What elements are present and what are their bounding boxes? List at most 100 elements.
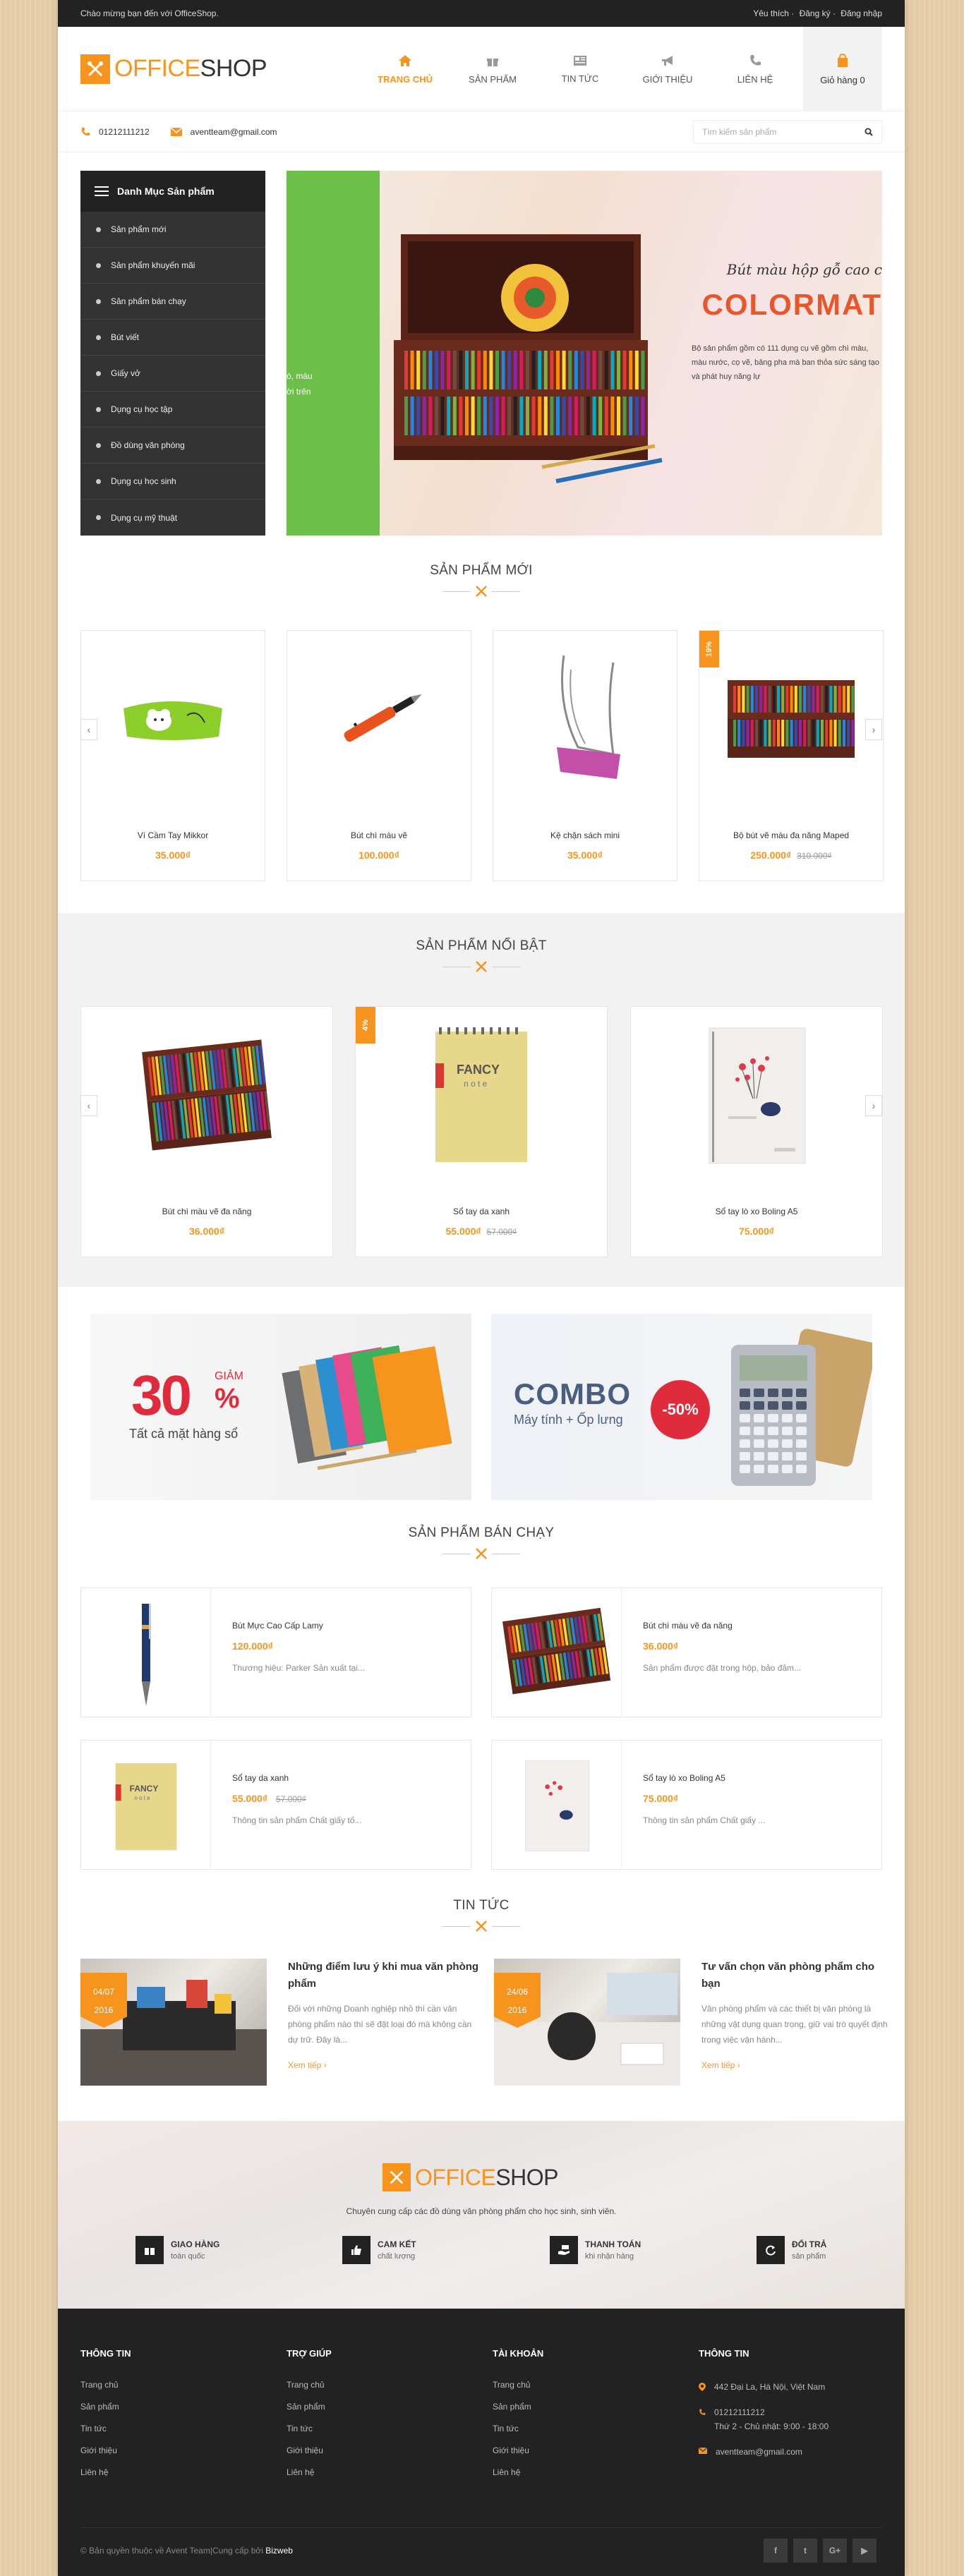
pencil-decoration — [610, 351, 615, 389]
nav-about[interactable]: GIỚI THIỆU — [624, 27, 711, 111]
envelope-icon — [699, 2448, 707, 2454]
category-item[interactable]: Sản phẩm mới — [80, 212, 265, 248]
product-name[interactable]: Bút chì màu vẽ — [287, 830, 471, 840]
category-item[interactable]: Dụng cụ học tập — [80, 392, 265, 428]
pencil-decoration — [471, 397, 475, 435]
category-item[interactable]: Sản phẩm bán chạy — [80, 284, 265, 320]
register-link[interactable]: Đăng ký — [800, 8, 831, 18]
read-more-link[interactable]: Xem tiếp › — [701, 2060, 740, 2070]
product-name[interactable]: Bút chì màu vẽ đa năng — [81, 1207, 332, 1216]
promo-banner-notebooks[interactable]: 30 GIẢM % Tất cả mặt hàng sổ — [90, 1314, 471, 1500]
product-name[interactable]: Sổ tay lò xo Boling A5 — [643, 1773, 725, 1783]
facebook-icon[interactable]: f — [764, 2539, 788, 2563]
product-card[interactable]: Bút chì màu vẽ đa năng 36.000₫ — [80, 1006, 333, 1257]
product-name[interactable]: Sổ tay lò xo Boling A5 — [631, 1207, 882, 1216]
carousel-prev-button[interactable]: ‹ — [80, 1095, 97, 1116]
category-item[interactable]: Bút viết — [80, 320, 265, 356]
product-price: 55.000₫ 57.000₫ — [356, 1226, 607, 1237]
pencil-decoration — [452, 351, 457, 389]
news-image[interactable]: 04/07 2016 — [80, 1959, 267, 2086]
product-description: Sản phẩm được đặt trong hộp, bảo đảm... — [643, 1663, 802, 1673]
product-name[interactable]: Bộ bút vẽ màu đa năng Maped — [699, 830, 883, 840]
footer-link[interactable]: Giới thiệu — [493, 2445, 543, 2455]
category-item[interactable]: Dụng cụ học sinh — [80, 464, 265, 500]
product-card[interactable]: Ví Cầm Tay Mikkor 35.000₫ — [80, 630, 265, 881]
product-card[interactable]: 19% Bộ bút vẽ màu đa năng Maped 250.000₫… — [699, 630, 884, 881]
provider-link[interactable]: Bizweb — [265, 2546, 293, 2556]
calculator-key-decoration — [768, 1427, 778, 1435]
product-card[interactable]: Sổ tay lò xo Boling A5 75.000₫ — [630, 1006, 883, 1257]
twitter-icon[interactable]: t — [793, 2539, 817, 2563]
contact-email[interactable]: aventteam@gmail.com — [170, 127, 277, 137]
price-current: 120.000₫ — [232, 1640, 273, 1652]
pencil-decoration — [742, 720, 745, 746]
youtube-icon[interactable]: ▶ — [852, 2539, 876, 2563]
product-name[interactable]: Ví Cầm Tay Mikkor — [81, 830, 265, 840]
search-icon[interactable] — [864, 128, 873, 136]
category-item[interactable]: Sản phẩm khuyến mãi — [80, 248, 265, 284]
footer-link[interactable]: Trang chủ — [80, 2380, 131, 2390]
bestseller-card[interactable]: Bút chì màu vẽ đa năng 36.000₫ Sản phẩm … — [491, 1588, 882, 1718]
login-link[interactable]: Đăng nhập — [841, 8, 882, 18]
pencil-decoration — [768, 686, 771, 713]
category-item[interactable]: Giấy vở — [80, 356, 265, 392]
section-title: SẢN PHẨM BÁN CHẠY — [408, 1525, 555, 1540]
product-card[interactable]: FANCY n o t e 4% Sổ tay da xanh 55.000₫ 57… — [355, 1006, 608, 1257]
news-image[interactable]: 24/06 2016 — [494, 1959, 680, 2086]
category-item[interactable]: Đồ dùng văn phòng — [80, 428, 265, 464]
news-title[interactable]: Tư vấn chọn văn phòng phẩm cho bạn — [701, 1959, 895, 1993]
pencil-decoration — [543, 397, 548, 435]
footer-link[interactable]: Giới thiệu — [80, 2445, 131, 2455]
nav-contact[interactable]: LIÊN HỆ — [711, 27, 799, 111]
cart-button[interactable]: Giỏ hàng 0 — [803, 27, 882, 111]
wishlist-link[interactable]: Yêu thích — [753, 8, 789, 18]
product-name[interactable]: Sổ tay da xanh — [356, 1207, 607, 1216]
footer-link[interactable]: Trang chủ — [287, 2380, 332, 2390]
banner-left-text: ó, màu — [287, 371, 313, 381]
carousel-next-button[interactable]: › — [865, 719, 882, 740]
product-name[interactable]: Bút Mực Cao Cấp Lamy — [232, 1621, 323, 1631]
pencil-decoration — [634, 397, 639, 435]
footer-logo[interactable]: OFFICESHOP — [382, 2163, 559, 2191]
footer-link[interactable]: Tin tức — [287, 2424, 332, 2433]
footer-link[interactable]: Liên hệ — [80, 2467, 131, 2477]
footer-email-text[interactable]: aventteam@gmail.com — [716, 2445, 802, 2459]
nav-home[interactable]: TRANG CHỦ — [361, 27, 449, 111]
footer-phone-text[interactable]: 01212111212 — [714, 2405, 829, 2419]
footer-link[interactable]: Sản phẩm — [80, 2402, 131, 2412]
news-title[interactable]: Những điểm lưu ý khi mua văn phòng phẩm — [288, 1959, 481, 1993]
product-name[interactable]: Kệ chặn sách mini — [493, 830, 677, 840]
nav-news[interactable]: TIN TỨC — [536, 27, 624, 111]
footer-link[interactable]: Sản phẩm — [493, 2402, 543, 2412]
nav-contact-label: LIÊN HỆ — [737, 73, 773, 85]
product-name[interactable]: Sổ tay da xanh — [232, 1773, 289, 1783]
read-more-link[interactable]: Xem tiếp › — [288, 2060, 327, 2070]
carousel-prev-button[interactable]: ‹ — [80, 719, 97, 740]
pencil-decoration — [435, 351, 438, 389]
category-menu-header[interactable]: Danh Mục Sản phẩm — [80, 171, 265, 212]
hero-banner[interactable]: ó, màu ời trên Bút màu hộp gỗ cao c COLOR… — [287, 171, 882, 536]
carousel-next-button[interactable]: › — [865, 1095, 882, 1116]
nav-products[interactable]: SẢN PHẨM — [449, 27, 536, 111]
footer-link[interactable]: Trang chủ — [493, 2380, 543, 2390]
category-item[interactable]: Dụng cụ mỹ thuật — [80, 500, 265, 536]
footer-link[interactable]: Liên hệ — [493, 2467, 543, 2477]
bestseller-card[interactable]: Sổ tay lò xo Boling A5 75.000₫ Thông tin… — [491, 1740, 882, 1870]
footer-link[interactable]: Liên hệ — [287, 2467, 332, 2477]
bestseller-card[interactable]: Bút Mực Cao Cấp Lamy 120.000₫ Thương hiệ… — [80, 1588, 471, 1718]
product-card[interactable]: Bút chì màu vẽ 100.000₫ — [287, 630, 471, 881]
category-item-label: Sản phẩm mới — [111, 224, 167, 234]
footer-link[interactable]: Sản phẩm — [287, 2402, 332, 2412]
footer-link[interactable]: Tin tức — [493, 2424, 543, 2433]
logo[interactable]: OFFICESHOP — [80, 54, 267, 84]
product-card[interactable]: Kệ chặn sách mini 35.000₫ — [493, 630, 677, 881]
footer-link[interactable]: Tin tức — [80, 2424, 131, 2433]
product-name[interactable]: Bút chì màu vẽ đa năng — [643, 1621, 733, 1631]
promo-banner-combo[interactable]: COMBO Máy tính + Ốp lưng -50% — [491, 1314, 872, 1500]
pencil-decoration — [501, 397, 505, 435]
google-plus-icon[interactable]: G+ — [823, 2539, 847, 2563]
bestseller-card[interactable]: FANCY n o t e Sổ tay da xanh 55.000₫ 57.00… — [80, 1740, 471, 1870]
search-input[interactable] — [702, 127, 864, 137]
footer-link[interactable]: Giới thiệu — [287, 2445, 332, 2455]
contact-phone[interactable]: 01212111212 — [80, 127, 150, 137]
